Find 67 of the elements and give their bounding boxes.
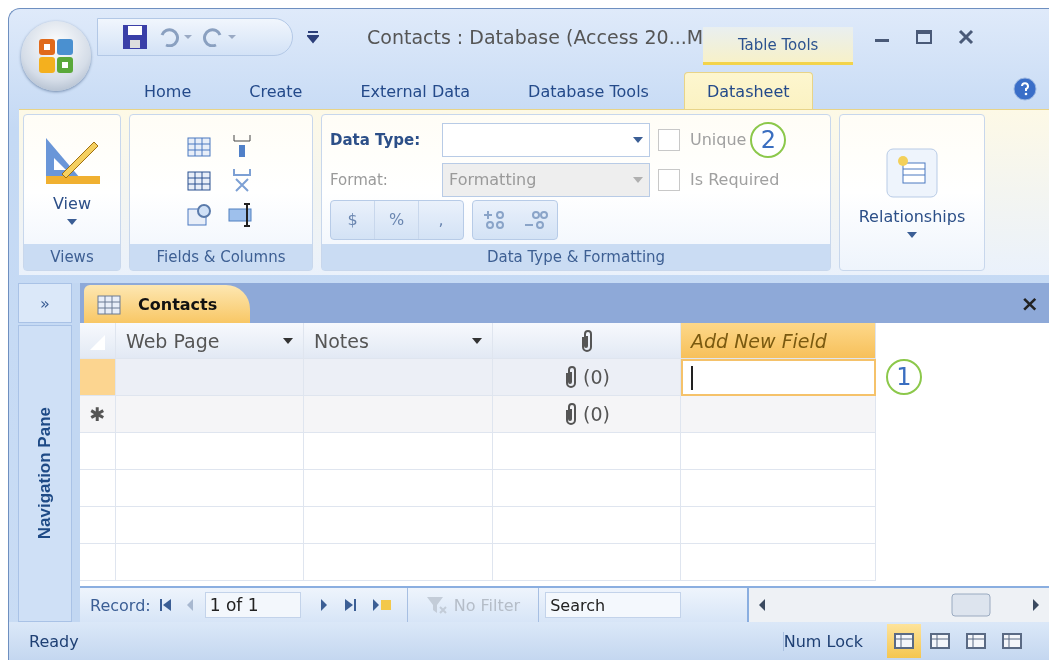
scroll-right-icon[interactable]: [1031, 598, 1041, 612]
caret-icon: [472, 337, 482, 344]
caret-icon: [907, 232, 917, 238]
table-view-icon: [893, 631, 915, 651]
last-record-icon[interactable]: [342, 598, 357, 612]
scrollbar-thumb[interactable]: [951, 593, 991, 617]
close-tab-button[interactable]: ×: [1020, 290, 1039, 316]
status-text: Ready: [28, 631, 79, 651]
table-cell: [80, 433, 116, 470]
row-selector[interactable]: ✱: [80, 396, 116, 433]
table-cell: [80, 470, 116, 507]
help-icon[interactable]: [1013, 77, 1037, 101]
redo-icon[interactable]: [202, 27, 236, 47]
caret-icon: [283, 337, 293, 344]
column-header[interactable]: Notes: [304, 323, 493, 359]
next-record-icon[interactable]: [318, 598, 329, 612]
table-cell: (0): [493, 396, 681, 433]
save-icon[interactable]: [122, 24, 148, 50]
funnel-icon: [425, 595, 448, 615]
insert-column-icon[interactable]: [230, 132, 254, 159]
first-record-icon[interactable]: [158, 598, 173, 612]
table-view-icon: [929, 631, 951, 651]
view-switch-button[interactable]: [887, 624, 921, 658]
document-tab[interactable]: Contacts: [84, 285, 250, 323]
expand-nav-button[interactable]: »: [18, 283, 72, 323]
relationships-icon: [883, 147, 941, 201]
undo-icon[interactable]: [158, 27, 192, 47]
column-header[interactable]: Web Page: [116, 323, 304, 359]
ribbon-tab[interactable]: External Data: [337, 72, 494, 109]
callout-badge: 2: [750, 121, 787, 158]
maximize-button[interactable]: [915, 28, 934, 46]
callout-badge: 1: [886, 359, 922, 395]
num-lock-indicator: Num Lock: [782, 631, 863, 651]
column-header[interactable]: [493, 323, 681, 359]
search-field[interactable]: Search: [545, 592, 682, 618]
table-cell: (0): [493, 359, 681, 396]
ribbon-tab[interactable]: Database Tools: [505, 72, 672, 109]
caret-icon: [633, 136, 643, 143]
window-title: Contacts : Database (Access 20...M: [367, 26, 704, 48]
group-label: Data Type & Formatting: [322, 244, 830, 270]
delete-column-icon[interactable]: [230, 166, 254, 193]
record-label: Record:: [90, 595, 151, 615]
four-squares-logo-icon: [36, 36, 76, 76]
navigation-pane[interactable]: Navigation Pane: [18, 325, 72, 622]
ribbon-tab[interactable]: Datasheet: [683, 72, 813, 109]
context-tab-label: Table Tools: [703, 27, 854, 65]
caret-icon: [67, 219, 77, 225]
field-label: Data Type:: [330, 130, 422, 149]
input-field[interactable]: [681, 359, 876, 396]
group-label: Fields & Columns: [130, 244, 312, 270]
table-cell: [80, 507, 116, 544]
table-view-icon: [965, 631, 987, 651]
record-position-field[interactable]: 1 of 1: [204, 592, 301, 618]
group-label: Views: [24, 244, 120, 270]
scroll-left-icon[interactable]: [757, 598, 768, 612]
horizontal-scrollbar[interactable]: [747, 588, 1049, 622]
caret-icon: [633, 176, 643, 183]
close-button[interactable]: [957, 28, 976, 46]
customize-caret-icon[interactable]: [307, 30, 319, 44]
new-record-icon[interactable]: [370, 598, 393, 612]
table-view-icon: [1001, 631, 1023, 651]
ribbon-tab[interactable]: Home: [121, 72, 215, 109]
office-button[interactable]: [21, 21, 91, 91]
column-header[interactable]: Add New Field: [681, 323, 876, 359]
view-button[interactable]: View: [38, 132, 106, 227]
field-label: Format:: [330, 170, 389, 189]
ribbon-tab[interactable]: Create: [226, 72, 326, 109]
